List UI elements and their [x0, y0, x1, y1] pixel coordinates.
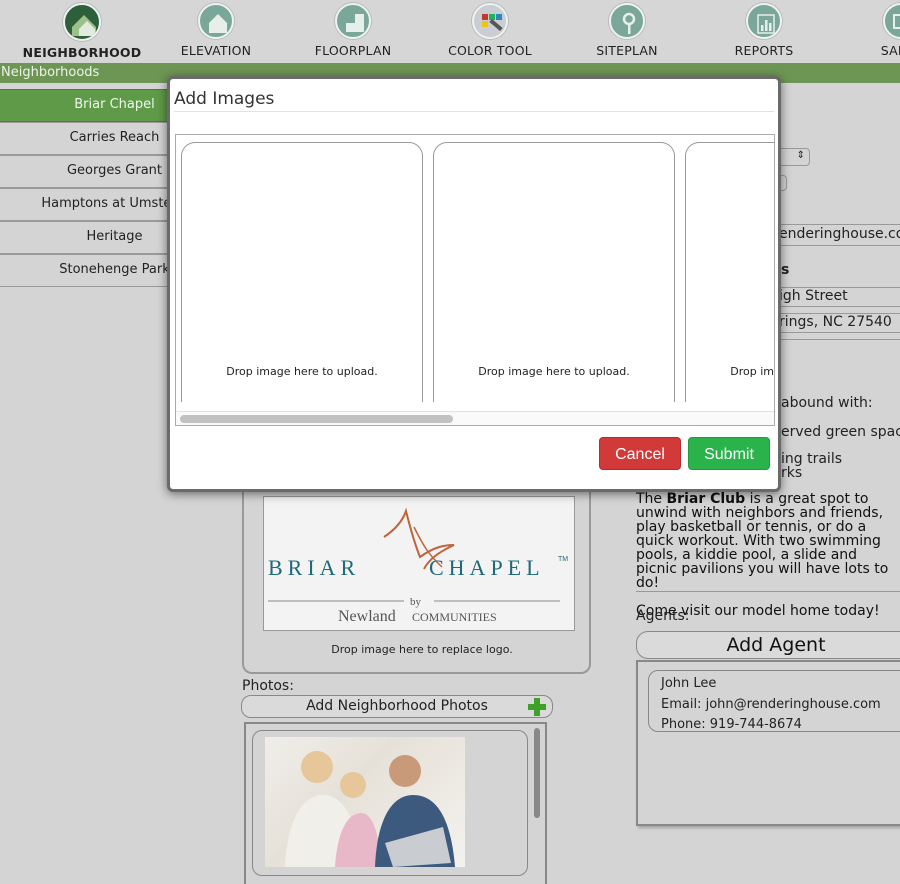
photo-card[interactable] — [252, 730, 528, 876]
email-field[interactable]: enderinghouse.com — [770, 224, 900, 246]
address-heading: s — [781, 262, 790, 278]
nav-reports[interactable]: REPORTS — [704, 0, 824, 58]
house-icon — [63, 3, 101, 41]
image-dropzone[interactable]: Drop image here to upload. — [181, 142, 423, 402]
chevron-updown-icon: ⇕ — [796, 150, 805, 161]
floorplan-icon — [335, 3, 371, 39]
dialog-title: Add Images — [174, 89, 275, 109]
neighborhood-description[interactable]: The Briar Club is a great spot to unwind… — [636, 492, 900, 618]
add-photos-button[interactable]: Add Neighborhood Photos — [241, 695, 553, 718]
cancel-button[interactable]: Cancel — [599, 437, 681, 470]
top-nav: NEIGHBORHOOD ELEVATION FLOORPLAN COLOR T… — [0, 0, 900, 63]
color-palette-icon — [472, 3, 508, 39]
logo-caption: Drop image here to replace logo. — [331, 643, 513, 656]
logo-communities: COMMUNITIES — [412, 610, 497, 624]
agent-name: John Lee — [661, 676, 717, 691]
amenities-text: abound with: — [781, 395, 873, 411]
add-images-dialog: Add Images Drop image here to upload. Dr… — [167, 76, 781, 492]
logo-by: by — [410, 596, 422, 608]
agents-list: John Lee Email: john@renderinghouse.com … — [636, 660, 900, 826]
photos-list[interactable] — [244, 722, 547, 884]
divider — [770, 339, 900, 340]
logo-word-right: CHAPEL — [429, 555, 545, 580]
add-agent-button[interactable]: Add Agent — [636, 631, 900, 659]
horizontal-scrollbar[interactable] — [176, 411, 774, 425]
street-field[interactable]: igh Street — [770, 287, 900, 307]
amenity-item: erved green space — [781, 424, 900, 440]
scrollbar-thumb[interactable] — [180, 415, 453, 423]
plus-icon — [528, 698, 546, 716]
map-pin-icon — [609, 3, 645, 39]
logo-word-left: BRIAR — [268, 555, 360, 580]
elevation-house-icon — [198, 3, 234, 39]
family-photo — [265, 737, 465, 867]
monitor-icon — [883, 3, 900, 39]
nav-siteplan[interactable]: SITEPLAN — [567, 0, 687, 58]
image-dropzone[interactable]: Drop image here to upload. — [685, 142, 774, 402]
nav-color-tool[interactable]: COLOR TOOL — [430, 0, 550, 58]
divider — [174, 111, 774, 112]
photos-label: Photos: — [242, 678, 294, 694]
agent-email: Email: john@renderinghouse.com — [661, 696, 881, 712]
city-field[interactable]: rings, NC 27540 — [770, 313, 900, 333]
logo-tm: TM — [558, 556, 568, 563]
agents-label: Agents: — [636, 608, 690, 624]
submit-button[interactable]: Submit — [688, 437, 770, 470]
nav-floorplan[interactable]: FLOORPLAN — [293, 0, 413, 58]
amenity-item: rks — [781, 465, 803, 481]
logo-newland: Newland — [338, 608, 396, 625]
divider — [636, 591, 900, 592]
image-dropzone[interactable]: Drop image here to upload. — [433, 142, 675, 402]
image-dropzone-strip: Drop image here to upload. Drop image he… — [175, 134, 775, 426]
photos-scrollbar[interactable] — [534, 728, 540, 818]
agent-card[interactable]: John Lee Email: john@renderinghouse.com … — [648, 670, 900, 732]
bar-chart-icon — [746, 3, 782, 39]
neighborhood-logo: BRIAR CHAPEL TM by Newland COMMUNITIES — [263, 496, 575, 631]
nav-elevation[interactable]: ELEVATION — [156, 0, 276, 58]
nav-sales[interactable]: SALES — [841, 0, 900, 58]
agent-phone: Phone: 919-744-8674 — [661, 717, 802, 732]
nav-neighborhood[interactable]: NEIGHBORHOOD — [22, 0, 142, 60]
